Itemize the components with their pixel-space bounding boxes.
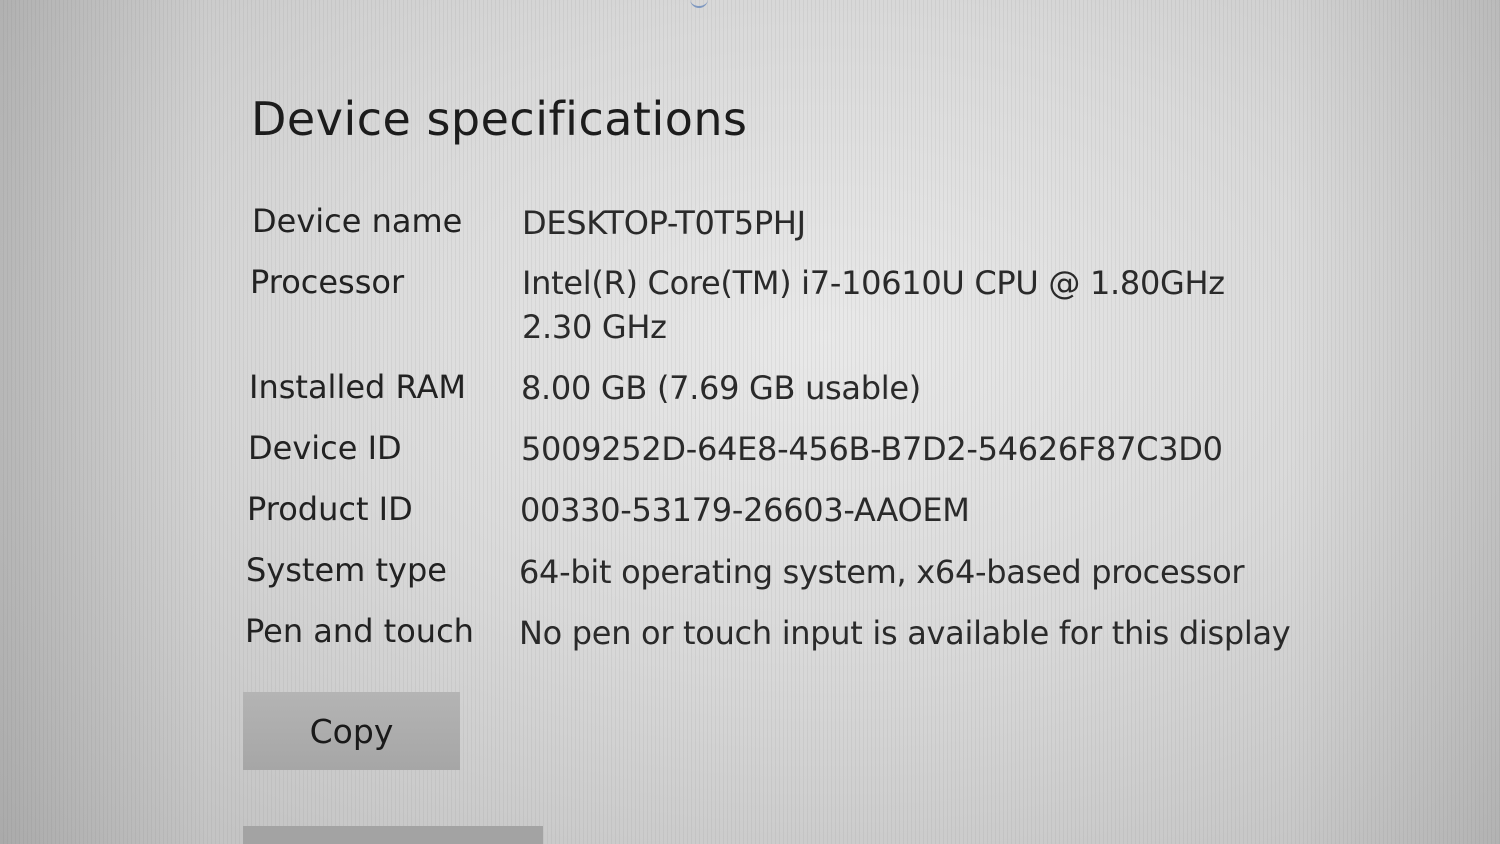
spec-value-processor: Intel(R) Core(TM) i7-10610U CPU @ 1.80GH… xyxy=(522,264,1225,346)
page-title: Device specifications xyxy=(251,92,748,146)
screen-vignette xyxy=(0,0,1500,844)
spec-value-installed-ram: 8.00 GB (7.69 GB usable) xyxy=(521,369,921,407)
spec-value-product-id: 00330-53179-26603-AAOEM xyxy=(520,491,970,529)
spec-value-device-id: 5009252D-64E8-456B-B7D2-54626F87C3D0 xyxy=(521,430,1223,468)
spec-label-device-name: Device name xyxy=(252,202,463,240)
spec-label-system-type: System type xyxy=(246,551,447,589)
spec-label-device-id: Device ID xyxy=(248,429,402,467)
spec-label-installed-ram: Installed RAM xyxy=(249,368,466,406)
partial-link-text xyxy=(690,0,708,8)
partial-next-button[interactable] xyxy=(243,826,543,844)
spec-value-system-type: 64-bit operating system, x64-based proce… xyxy=(519,553,1245,591)
spec-value-pen-and-touch: No pen or touch input is available for t… xyxy=(519,614,1291,652)
spec-label-processor: Processor xyxy=(250,263,405,301)
spec-label-product-id: Product ID xyxy=(247,490,413,528)
spec-value-device-name: DESKTOP-T0T5PHJ xyxy=(522,204,806,242)
copy-button[interactable]: Copy xyxy=(243,692,460,770)
spec-label-pen-and-touch: Pen and touch xyxy=(245,612,474,650)
